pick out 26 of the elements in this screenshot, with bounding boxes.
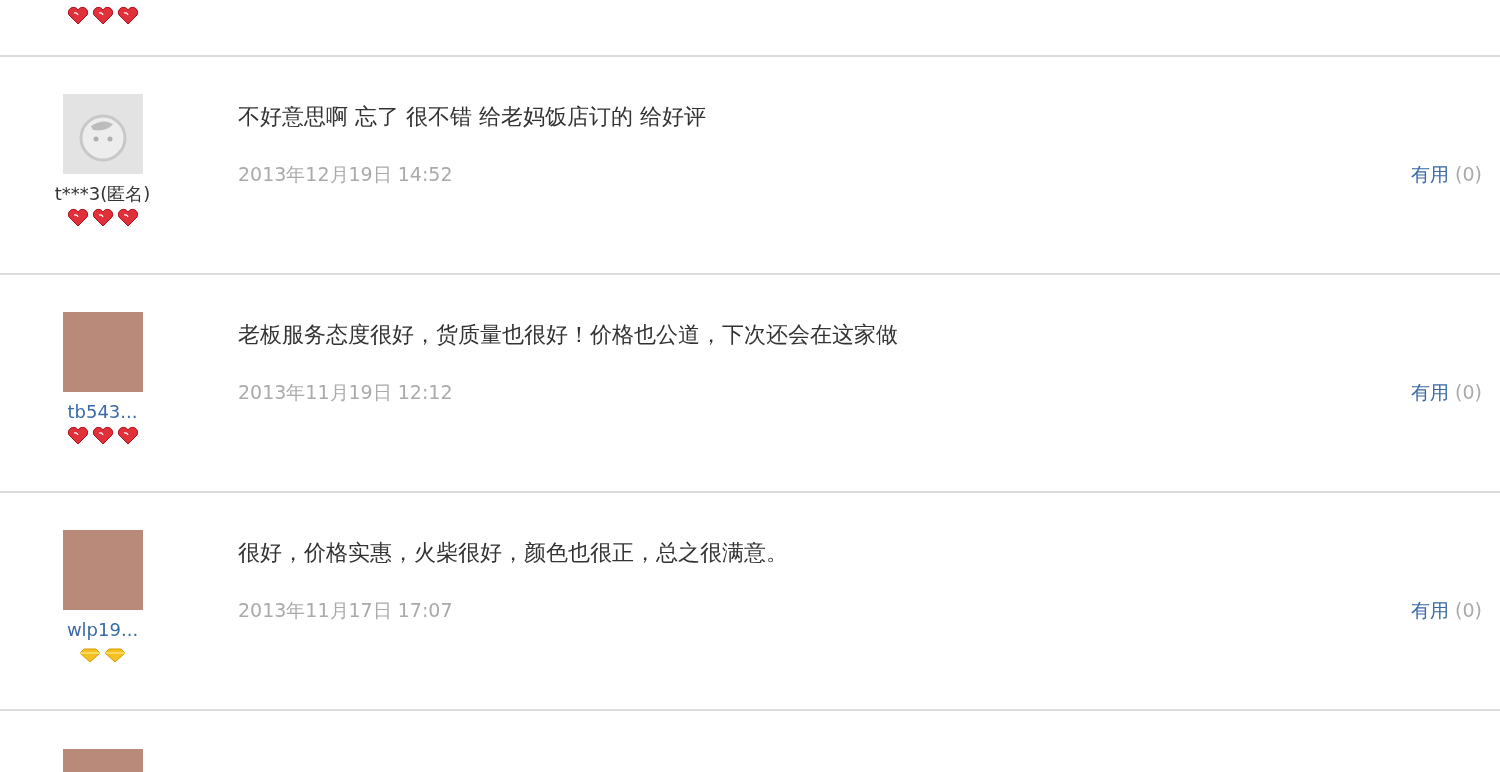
heart-icon (90, 208, 115, 228)
useful-count: (0) (1455, 381, 1482, 403)
user-name: t***3(匿名) (54, 182, 151, 206)
review-text: 不好意思啊 忘了 很不错 给老妈饭店订的 给好评 (238, 103, 707, 131)
review-date: 2013年11月19日 12:12 (238, 380, 453, 405)
useful-count: (0) (1455, 163, 1482, 185)
review-text: 老板服务态度很好，货质量也很好！价格也公道，下次还会在这家做 (238, 321, 899, 349)
useful-link[interactable]: 有用 (1411, 163, 1450, 185)
useful-link[interactable]: 有用 (1411, 599, 1450, 621)
heart-icon (115, 426, 140, 446)
review-date: 2013年11月17日 17:07 (238, 598, 453, 623)
heart-icon (65, 426, 90, 446)
useful-count: (0) (1455, 599, 1482, 621)
heart-icon (90, 426, 115, 446)
heart-icon (65, 208, 90, 228)
review-date: 2013年12月19日 14:52 (238, 162, 453, 187)
user-name-link[interactable]: wlp19... (66, 618, 139, 642)
heart-icon (65, 6, 90, 26)
review-text: 很好，价格实惠，火柴很好，颜色也很正，总之很满意。 (238, 539, 789, 567)
avatar-photo[interactable] (62, 530, 143, 610)
useful-link[interactable]: 有用 (1411, 381, 1450, 403)
heart-icon (115, 208, 140, 228)
heart-icon (90, 6, 115, 26)
heart-icon (115, 6, 140, 26)
user-name-link[interactable]: tb543... (67, 400, 138, 424)
avatar-photo[interactable] (62, 312, 143, 392)
